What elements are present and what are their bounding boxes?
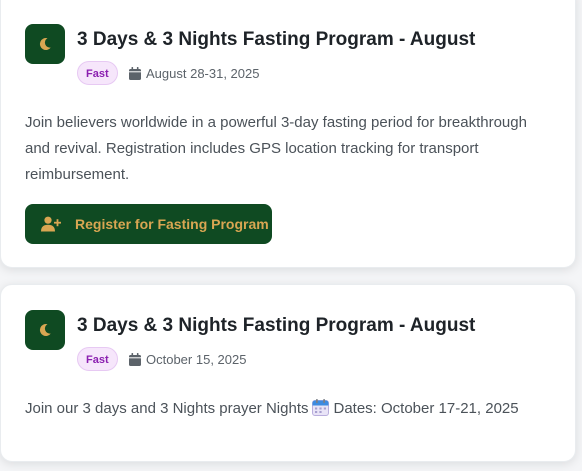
calendar-emoji-icon [312, 399, 330, 416]
event-icon-box [25, 24, 65, 64]
register-button-label: Register for Fasting Program [75, 216, 269, 232]
event-card: 3 Days & 3 Nights Fasting Program - Augu… [0, 0, 576, 268]
event-description: Join our 3 days and 3 Nights prayer Nigh… [25, 396, 555, 422]
event-title: 3 Days & 3 Nights Fasting Program - Augu… [77, 315, 476, 336]
moon-icon [39, 323, 51, 336]
register-button[interactable]: Register for Fasting Program [25, 204, 272, 244]
moon-icon [39, 37, 51, 50]
event-icon-box [25, 310, 65, 350]
event-description: Join believers worldwide in a powerful 3… [25, 114, 527, 183]
calendar-icon [129, 353, 141, 366]
event-date: August 28-31, 2025 [129, 66, 259, 81]
category-badge: Fast [77, 61, 118, 85]
event-title: 3 Days & 3 Nights Fasting Program - Augu… [77, 29, 476, 50]
event-date: October 15, 2025 [129, 352, 246, 367]
event-card: 3 Days & 3 Nights Fasting Program - Augu… [0, 284, 576, 462]
event-dates-text: Dates: October 17-21, 2025 [333, 400, 519, 417]
category-badge: Fast [77, 347, 118, 371]
calendar-icon [129, 67, 141, 80]
event-date-text: October 15, 2025 [146, 352, 247, 367]
user-plus-icon [41, 216, 61, 232]
event-description-text: Join our 3 days and 3 Nights prayer Nigh… [25, 400, 309, 417]
event-date-text: August 28-31, 2025 [146, 66, 260, 81]
